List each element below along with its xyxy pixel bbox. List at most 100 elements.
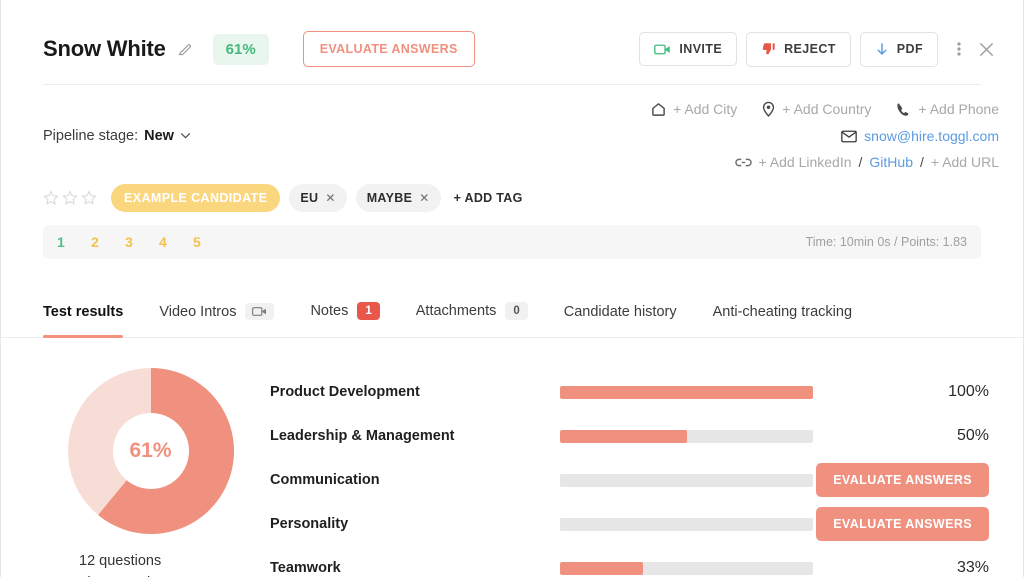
- tab-label: Notes: [310, 303, 348, 319]
- github-link[interactable]: GitHub: [869, 154, 913, 170]
- tab-test-results[interactable]: Test results: [43, 304, 123, 337]
- kebab-menu-icon[interactable]: [953, 37, 965, 61]
- tab-video-intros[interactable]: Video Intros: [159, 303, 274, 337]
- skill-label: Product Development: [270, 384, 560, 400]
- invite-button[interactable]: INVITE: [639, 32, 737, 66]
- contact-add-row: + Add City + Add Country: [651, 101, 999, 117]
- add-url-link[interactable]: + Add URL: [931, 154, 999, 170]
- pipeline-stage-selector[interactable]: Pipeline stage: New: [43, 101, 191, 170]
- page-header: Snow White 61% EVALUATE ANSWERS INVITE: [1, 0, 1023, 76]
- tab-attachments[interactable]: Attachments 0: [416, 302, 528, 337]
- add-phone-link[interactable]: + Add Phone: [896, 101, 999, 117]
- tag-chip-eu[interactable]: EU ✕: [289, 184, 346, 212]
- tag-label: MAYBE: [367, 191, 413, 205]
- skills-list: Product Development 100% Leadership & Ma…: [258, 368, 999, 577]
- tab-label: Video Intros: [159, 304, 236, 320]
- add-phone-label: + Add Phone: [918, 101, 999, 117]
- question-number-1[interactable]: 1: [57, 234, 91, 250]
- tag-chip-maybe[interactable]: MAYBE ✕: [356, 184, 441, 212]
- skill-bar-fill: [560, 562, 643, 575]
- skill-bar-track: [560, 430, 813, 443]
- evaluate-answers-button[interactable]: EVALUATE ANSWERS: [816, 463, 989, 497]
- evaluate-answers-button[interactable]: EVALUATE ANSWERS: [303, 31, 475, 67]
- skill-label: Leadership & Management: [270, 428, 560, 444]
- question-number-3[interactable]: 3: [125, 234, 159, 250]
- skill-bar-track: [560, 518, 813, 531]
- home-icon: [651, 102, 666, 117]
- add-linkedin-link[interactable]: + Add LinkedIn: [759, 154, 852, 170]
- score-badge: 61%: [213, 34, 269, 65]
- pipeline-stage-value: New: [144, 128, 174, 144]
- phone-icon: [896, 102, 911, 117]
- question-number-4[interactable]: 4: [159, 234, 193, 250]
- video-camera-icon: [245, 303, 274, 320]
- pipeline-stage-label: Pipeline stage:: [43, 128, 138, 144]
- table-row: Product Development 100%: [270, 370, 999, 414]
- skill-value-cell: 100%: [813, 383, 999, 401]
- rating-stars[interactable]: [43, 190, 97, 206]
- close-icon[interactable]: ✕: [419, 191, 429, 205]
- skill-label: Teamwork: [270, 560, 560, 576]
- link-separator-2: /: [920, 154, 924, 170]
- test-summary: 12 questions Time: 10min 0s: [43, 550, 258, 577]
- contact-info: + Add City + Add Country: [651, 101, 999, 170]
- tab-label: Anti-cheating tracking: [713, 304, 852, 320]
- tab-label: Test results: [43, 304, 123, 320]
- star-outline-icon[interactable]: [81, 190, 97, 206]
- tags-row: EXAMPLE CANDIDATE EU ✕ MAYBE ✕ + ADD TAG: [1, 178, 1023, 212]
- pencil-edit-icon[interactable]: [177, 41, 193, 57]
- skill-value-cell: EVALUATE ANSWERS: [813, 463, 999, 497]
- add-city-link[interactable]: + Add City: [651, 101, 737, 117]
- tab-notes[interactable]: Notes 1: [310, 302, 379, 337]
- time-points-label: Time: 10min 0s / Points: 1.83: [806, 235, 967, 249]
- skill-percent: 33%: [957, 559, 989, 577]
- skill-bar-track: [560, 562, 813, 575]
- skill-bar-fill: [560, 386, 813, 399]
- question-nav-strip: 1 2 3 4 5 Time: 10min 0s / Points: 1.83: [43, 225, 981, 259]
- candidate-title-group: Snow White 61% EVALUATE ANSWERS: [43, 31, 475, 67]
- add-city-label: + Add City: [673, 101, 737, 117]
- chevron-down-icon: [180, 132, 191, 139]
- table-row: Teamwork 33%: [270, 546, 999, 577]
- tab-candidate-history[interactable]: Candidate history: [564, 304, 677, 337]
- email-link[interactable]: snow@hire.toggl.com: [864, 128, 999, 144]
- table-row: Personality EVALUATE ANSWERS: [270, 502, 999, 546]
- example-candidate-pill: EXAMPLE CANDIDATE: [111, 184, 280, 212]
- add-country-link[interactable]: + Add Country: [762, 101, 871, 117]
- donut-center-label: 61%: [113, 413, 189, 489]
- add-country-label: + Add Country: [782, 101, 871, 117]
- question-number-2[interactable]: 2: [91, 234, 125, 250]
- pdf-button[interactable]: PDF: [860, 32, 938, 67]
- tab-label: Attachments: [416, 303, 497, 319]
- notes-count-badge: 1: [357, 302, 379, 320]
- header-actions: INVITE REJECT PDF: [639, 32, 999, 67]
- questions-count: 12 questions: [79, 550, 258, 572]
- skill-bar-fill: [560, 430, 687, 443]
- skill-value-cell: 33%: [813, 559, 999, 577]
- meta-section: Pipeline stage: New + Add City: [1, 85, 1023, 170]
- tag-label: EU: [300, 191, 318, 205]
- download-arrow-icon: [875, 42, 889, 57]
- table-row: Communication EVALUATE ANSWERS: [270, 458, 999, 502]
- star-outline-icon[interactable]: [43, 190, 59, 206]
- overall-score-chart: 61% 12 questions Time: 10min 0s: [43, 368, 258, 577]
- candidate-detail-page: Snow White 61% EVALUATE ANSWERS INVITE: [0, 0, 1024, 577]
- evaluate-answers-button[interactable]: EVALUATE ANSWERS: [816, 507, 989, 541]
- add-tag-button[interactable]: + ADD TAG: [450, 191, 523, 205]
- skill-bar-track: [560, 386, 813, 399]
- question-number-5[interactable]: 5: [193, 234, 227, 250]
- test-results-panel: 61% 12 questions Time: 10min 0s Product …: [1, 338, 1023, 577]
- pdf-label: PDF: [897, 42, 923, 56]
- video-camera-icon: [654, 43, 671, 56]
- thumbs-down-icon: [761, 42, 776, 57]
- reject-button[interactable]: REJECT: [746, 32, 851, 67]
- star-outline-icon[interactable]: [62, 190, 78, 206]
- test-time: Time: 10min 0s: [79, 572, 258, 577]
- skill-label: Communication: [270, 472, 560, 488]
- close-icon[interactable]: ✕: [325, 191, 335, 205]
- donut-chart: 61%: [68, 368, 234, 534]
- invite-label: INVITE: [679, 42, 722, 56]
- tab-anti-cheating-tracking[interactable]: Anti-cheating tracking: [713, 304, 852, 337]
- close-icon[interactable]: [974, 37, 999, 62]
- table-row: Leadership & Management 50%: [270, 414, 999, 458]
